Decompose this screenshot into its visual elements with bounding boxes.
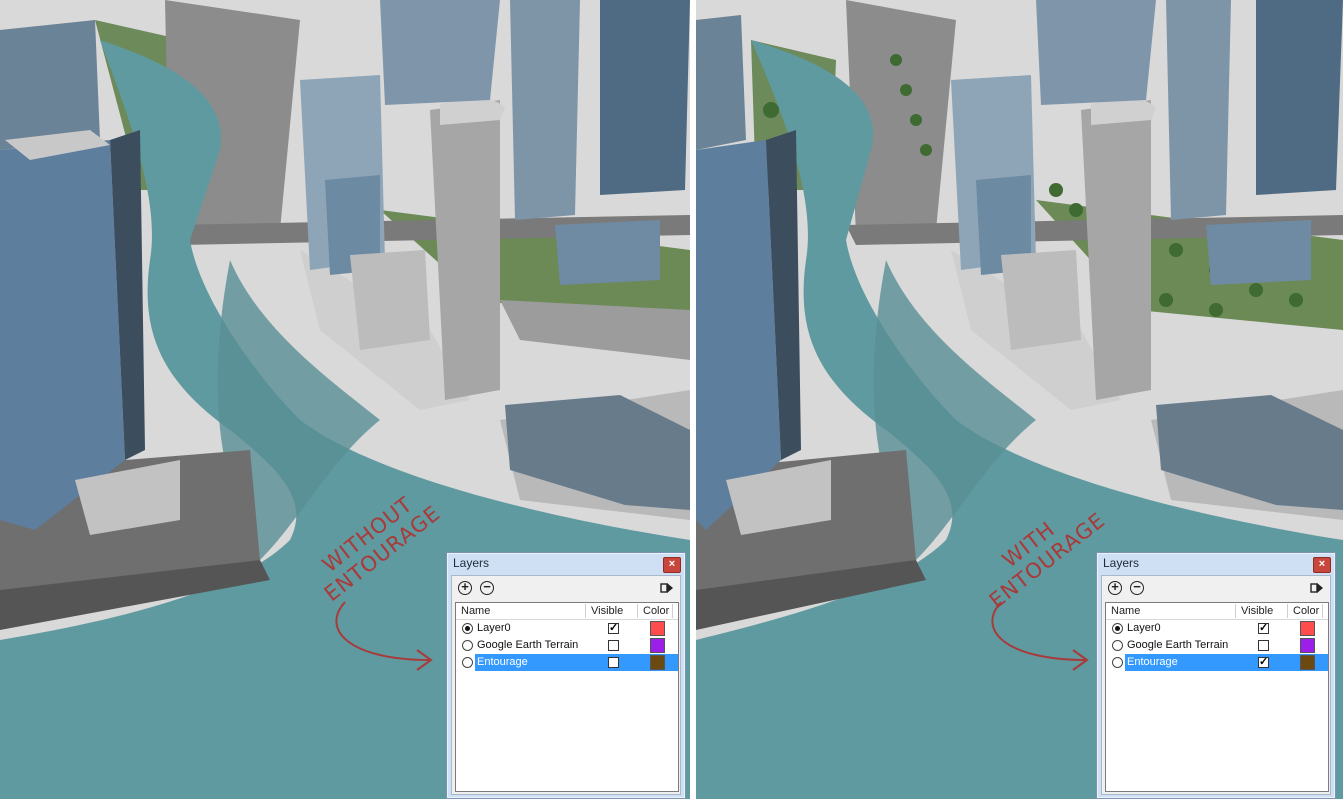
visible-checkbox[interactable]: ✓ (608, 623, 619, 634)
list-header: Name Visible Color (456, 603, 678, 620)
layers-list: Name Visible Color Layer0 ✓ Google Earth T… (1105, 602, 1329, 792)
layer-color-swatch[interactable] (1300, 621, 1315, 636)
remove-layer-icon[interactable]: − (1130, 580, 1144, 595)
add-layer-icon[interactable]: + (458, 580, 472, 595)
close-button[interactable]: × (663, 557, 681, 573)
details-arrow-icon[interactable] (660, 581, 674, 595)
layers-panel: + − Name Visible Color Layer0 ✓ Google Ear… (1101, 575, 1331, 795)
layers-toolbar: + − (452, 576, 680, 602)
column-color[interactable]: Color (643, 605, 669, 617)
layers-dialog[interactable]: Layers × + − Name Visible Color Layer0 ✓… (1096, 552, 1336, 799)
layer-name[interactable]: Entourage (1125, 654, 1178, 671)
annotation-arrow-icon (991, 601, 1089, 671)
column-color[interactable]: Color (1293, 605, 1319, 617)
active-layer-radio[interactable] (1112, 623, 1123, 634)
layer-color-swatch[interactable] (650, 621, 665, 636)
layers-panel: + − Name Visible Color Layer0 ✓ Google Ear… (451, 575, 681, 795)
active-layer-radio[interactable] (1112, 657, 1123, 668)
dialog-title: Layers (453, 556, 490, 570)
column-name[interactable]: Name (1111, 605, 1140, 617)
right-viewport[interactable]: WITH ENTOURAGE Layers × + − Name Visible (696, 0, 1343, 799)
layer-row[interactable]: Entourage ✓ (1106, 654, 1328, 671)
left-viewport[interactable]: WITHOUT ENTOURAGE Layers × + − Name Visi… (0, 0, 690, 799)
layer-row[interactable]: Layer0 ✓ (1106, 620, 1328, 637)
layer-row[interactable]: Google Earth Terrain (456, 637, 678, 654)
layers-list: Name Visible Color Layer0 ✓ Google Earth T… (455, 602, 679, 792)
layer-name[interactable]: Layer0 (1125, 620, 1161, 637)
active-layer-radio[interactable] (1112, 640, 1123, 651)
visible-checkbox[interactable]: ✓ (1258, 657, 1269, 668)
layer-color-swatch[interactable] (1300, 638, 1315, 653)
layer-row[interactable]: Google Earth Terrain (1106, 637, 1328, 654)
layer-name[interactable]: Entourage (475, 654, 528, 671)
layer-color-swatch[interactable] (1300, 655, 1315, 670)
dialog-title: Layers (1103, 556, 1140, 570)
list-header: Name Visible Color (1106, 603, 1328, 620)
layer-name[interactable]: Google Earth Terrain (1125, 637, 1228, 654)
visible-checkbox[interactable] (1258, 640, 1269, 651)
annotation-arrow-icon (335, 601, 433, 671)
add-layer-icon[interactable]: + (1108, 580, 1122, 595)
column-name[interactable]: Name (461, 605, 490, 617)
layer-name[interactable]: Google Earth Terrain (475, 637, 578, 654)
layer-color-swatch[interactable] (650, 655, 665, 670)
visible-checkbox[interactable] (608, 640, 619, 651)
layer-name[interactable]: Layer0 (475, 620, 511, 637)
details-arrow-icon[interactable] (1310, 581, 1324, 595)
visible-checkbox[interactable]: ✓ (1258, 623, 1269, 634)
column-visible[interactable]: Visible (1241, 605, 1273, 617)
remove-layer-icon[interactable]: − (480, 580, 494, 595)
column-visible[interactable]: Visible (591, 605, 623, 617)
layers-toolbar: + − (1102, 576, 1330, 602)
close-button[interactable]: × (1313, 557, 1331, 573)
active-layer-radio[interactable] (462, 640, 473, 651)
active-layer-radio[interactable] (462, 623, 473, 634)
visible-checkbox[interactable] (608, 657, 619, 668)
layer-row[interactable]: Entourage (456, 654, 678, 671)
layers-dialog[interactable]: Layers × + − Name Visible Color Layer0 ✓… (446, 552, 686, 799)
layer-row[interactable]: Layer0 ✓ (456, 620, 678, 637)
active-layer-radio[interactable] (462, 657, 473, 668)
layer-color-swatch[interactable] (650, 638, 665, 653)
